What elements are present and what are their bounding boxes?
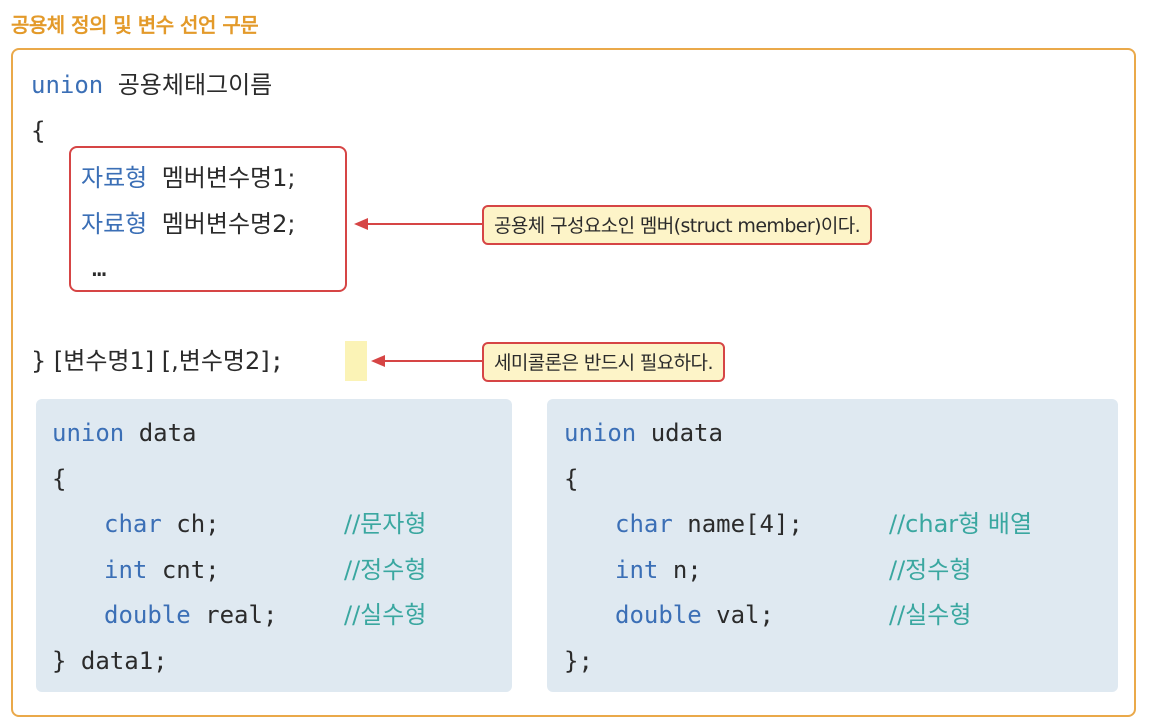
union-tag: data [138, 419, 197, 447]
member-ellipsis: … [92, 254, 107, 282]
union-keyword: union [564, 419, 637, 447]
member-line-1: 자료형 멤버변수명1; [81, 164, 295, 192]
field-type: double real; [104, 601, 277, 629]
field-decl: name[4]; [687, 510, 803, 538]
member-arrow [354, 218, 482, 230]
example-right-header: union udata [564, 419, 723, 447]
example-left-close: } data1; [52, 647, 168, 675]
example-right-close: }; [564, 647, 593, 675]
example-left-header: union data [52, 419, 197, 447]
field-comment: //실수형 [344, 601, 427, 629]
type-keyword: double [104, 601, 191, 629]
field-type: double val; [615, 601, 774, 629]
member-type: 자료형 [81, 210, 148, 238]
field-decl: ch; [176, 510, 220, 538]
field-comment: //실수형 [889, 601, 972, 629]
close-line: } [변수명1] [,변수명2]; [31, 347, 284, 375]
field-type: char name[4]; [615, 510, 803, 538]
open-brace: { [31, 117, 46, 145]
type-keyword: int [104, 556, 148, 584]
field-type: int cnt; [104, 556, 220, 584]
type-keyword: char [615, 510, 673, 538]
member-name: 멤버변수명2; [161, 210, 296, 238]
example-left-open: { [52, 465, 67, 493]
union-keyword: union [52, 419, 125, 447]
section-heading: 공용체 정의 및 변수 선언 구문 [11, 13, 259, 37]
member-type: 자료형 [81, 164, 148, 192]
semicolon-arrow [371, 355, 482, 367]
union-header-line: union 공용체태그이름 [31, 71, 272, 99]
tag-name: 공용체태그이름 [117, 71, 273, 99]
type-keyword: double [615, 601, 702, 629]
type-keyword: char [104, 510, 162, 538]
semicolon: ; [269, 347, 285, 375]
semicolon-callout: 세미콜론은 반드시 필요하다. [482, 342, 725, 382]
semicolon-highlight [345, 341, 367, 381]
field-type: int n; [615, 556, 702, 584]
close-line-text: } [변수명1] [,변수명2] [31, 347, 270, 375]
field-decl: real; [205, 601, 278, 629]
field-comment: //문자형 [344, 510, 427, 538]
example-right-open: { [564, 465, 579, 493]
union-tag: udata [650, 419, 723, 447]
union-keyword: union [31, 71, 104, 99]
field-decl: n; [672, 556, 702, 584]
member-name: 멤버변수명1; [161, 164, 296, 192]
field-type: char ch; [104, 510, 220, 538]
field-comment: //정수형 [889, 556, 972, 584]
type-keyword: int [615, 556, 659, 584]
field-decl: cnt; [161, 556, 220, 584]
field-decl: val; [716, 601, 774, 629]
member-callout: 공용체 구성요소인 멤버(struct member)이다. [482, 205, 873, 245]
field-comment: //정수형 [344, 556, 427, 584]
member-line-2: 자료형 멤버변수명2; [81, 210, 295, 238]
field-comment: //char형 배열 [889, 510, 1033, 538]
